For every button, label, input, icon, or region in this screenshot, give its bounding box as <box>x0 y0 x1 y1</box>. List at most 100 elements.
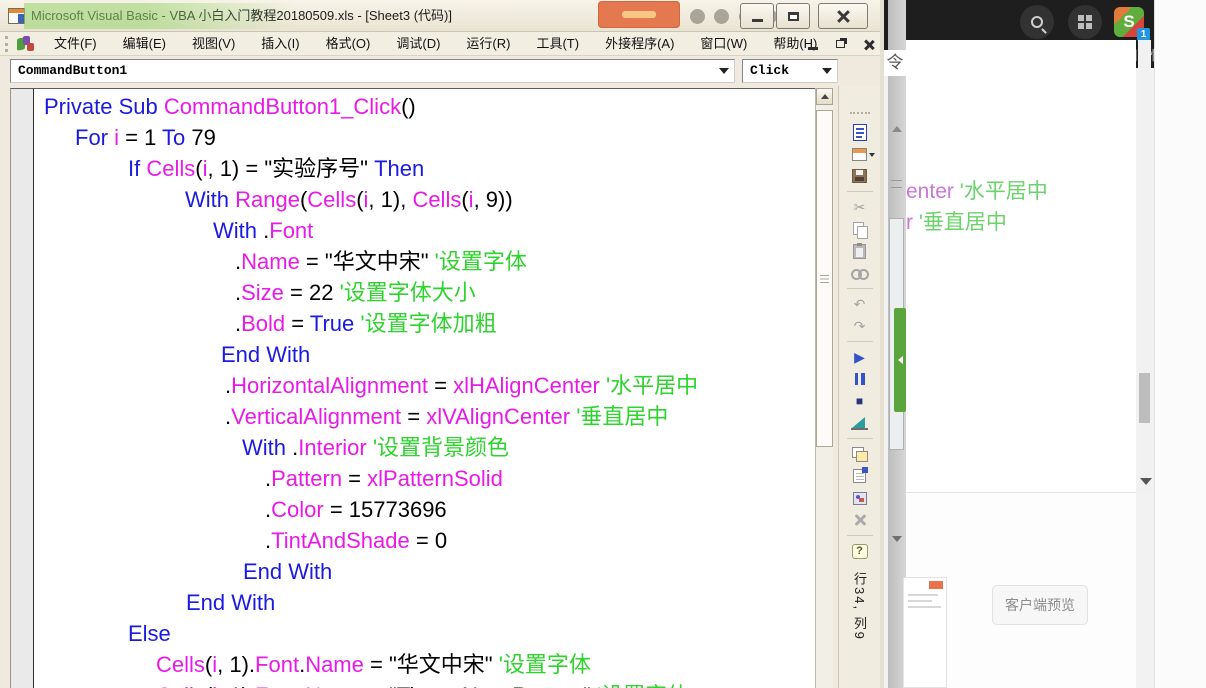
code-line: .Name = "华文中宋" '设置字体 <box>235 249 527 274</box>
apps-grid-icon[interactable] <box>1068 5 1102 39</box>
menu-item-外接程序A[interactable]: 外接程序(A) <box>592 32 687 55</box>
maximize-button[interactable] <box>776 3 810 29</box>
procedure-dropdown[interactable]: Click <box>742 59 838 83</box>
code-line: End With <box>221 342 311 367</box>
scroll-down-icon[interactable] <box>892 536 902 542</box>
code-line: .Pattern = xlPatternSolid <box>265 466 503 491</box>
toolbar-separator <box>846 288 873 289</box>
code-line: End With <box>186 590 276 615</box>
toolbar-separator <box>846 438 873 439</box>
close-button[interactable] <box>818 3 868 29</box>
procedure-dropdown-value: Click <box>750 63 790 78</box>
document-scroll-thumb[interactable] <box>1139 373 1150 423</box>
s-app-letter: S <box>1123 12 1135 31</box>
document-scroll-down-icon[interactable] <box>1140 478 1152 485</box>
code-line: With .Font <box>213 218 314 243</box>
document-code-fragments: enter '水平居中 r '垂直居中 <box>906 176 1136 238</box>
code-line: With Range(Cells(i, 1), Cells(i, 9)) <box>185 187 513 212</box>
object-dropdown[interactable]: CommandButton1 <box>10 59 735 83</box>
menu-item-插入I[interactable]: 插入(I) <box>248 32 312 55</box>
toolbar-grip[interactable] <box>5 35 9 52</box>
chevron-down-icon[interactable] <box>822 68 832 74</box>
client-preview-button[interactable]: 客户端预览 <box>992 585 1088 625</box>
code-scroll-thumb[interactable] <box>816 110 833 447</box>
s-app-icon[interactable]: S 1 <box>1112 5 1150 41</box>
menu-item-调试D[interactable]: 调试(D) <box>383 32 453 55</box>
code-line: .TintAndShade = 0 <box>265 528 448 553</box>
paste-icon[interactable] <box>845 240 875 262</box>
minimize-icon <box>751 18 763 22</box>
undo-icon[interactable]: ↶ <box>845 293 875 315</box>
code-line: .Bold = True '设置字体加粗 <box>235 311 497 336</box>
maximize-icon <box>787 11 799 21</box>
copy-icon[interactable] <box>845 218 875 240</box>
minimize-button[interactable] <box>740 3 774 29</box>
code-line: Private Sub CommandButton1_Click() <box>44 94 416 119</box>
thumbnail-accent <box>929 581 943 589</box>
mdi-restore-icon[interactable] <box>836 40 845 48</box>
find-icon[interactable] <box>845 262 875 284</box>
mdi-window-controls <box>808 32 874 56</box>
toolbar-separator <box>846 191 873 192</box>
code-line: Cells(i, 1).Font.Name = "Times New Roman… <box>44 680 815 688</box>
scroll-up-icon[interactable] <box>892 126 902 132</box>
code-line: .Color = 15773696 <box>265 497 447 522</box>
background-browser: S 1 虫一般食品标Vmobi合集_一图读懂201 已保存 enter '水平居… <box>880 0 1206 688</box>
faded-overlay-icon <box>714 9 729 24</box>
code-line: If Cells(i, 1) = "实验序号" Then <box>128 156 425 181</box>
toolbar-grip[interactable] <box>849 112 870 115</box>
code-line: .HorizontalAlignment = xlHAlignCenter '水… <box>225 373 699 398</box>
mdi-close-icon[interactable] <box>863 39 874 50</box>
recording-overlay-button <box>598 1 680 28</box>
menu-item-窗口W[interactable]: 窗口(W) <box>687 32 760 55</box>
scroll-up-button[interactable] <box>816 88 833 105</box>
menu-item-格式O[interactable]: 格式(O) <box>313 32 384 55</box>
design-mode-icon[interactable] <box>845 412 875 434</box>
reset-icon[interactable]: ■ <box>845 390 875 412</box>
help-icon[interactable]: ? <box>845 540 875 562</box>
save-icon[interactable] <box>845 165 875 187</box>
code-scrollbar[interactable] <box>815 88 833 688</box>
menu-item-编辑E[interactable]: 编辑(E) <box>110 32 179 55</box>
vba-logo-icon <box>17 35 35 52</box>
margin-indicator-bar[interactable] <box>10 88 33 688</box>
mdi-minimize-icon[interactable] <box>808 46 818 50</box>
vba-editor-window: Microsoft Visual Basic - VBA 小白入门教程20180… <box>0 0 884 688</box>
menu-items: 文件(F) 编辑(E) 视图(V) 插入(I) 格式(O) 调试(D) 运行(R) 工具(T)… <box>41 32 830 55</box>
cut-icon[interactable]: ✂ <box>845 196 875 218</box>
project-explorer-icon[interactable] <box>845 443 875 465</box>
title-bar[interactable]: Microsoft Visual Basic - VBA 小白入门教程20180… <box>0 0 884 32</box>
menu-item-视图V[interactable]: 视图(V) <box>179 32 248 55</box>
preview-thumbnail[interactable] <box>903 577 947 688</box>
code-editor[interactable]: Private Sub CommandButton1_Click() For i … <box>33 88 815 688</box>
document-scrollbar[interactable] <box>1138 40 1151 493</box>
menu-bar: 文件(F) 编辑(E) 视图(V) 插入(I) 格式(O) 调试(D) 运行(R) 工具(T)… <box>0 32 884 56</box>
break-icon[interactable] <box>845 368 875 390</box>
right-column-panel <box>1155 0 1206 688</box>
menu-item-运行R[interactable]: 运行(R) <box>453 32 523 55</box>
menu-item-文件F[interactable]: 文件(F) <box>41 32 110 55</box>
properties-window-icon[interactable] <box>845 465 875 487</box>
toolbar-separator <box>846 535 873 536</box>
green-collapse-handle[interactable] <box>894 308 906 412</box>
code-line: With .Interior '设置背景颜色 <box>242 435 510 460</box>
vba-app-icon <box>8 8 25 24</box>
thumb-grip-icon <box>820 274 829 283</box>
view-excel-icon[interactable] <box>845 121 875 143</box>
code-line: End With <box>243 559 333 584</box>
menu-item-工具T[interactable]: 工具(T) <box>523 32 592 55</box>
redo-icon[interactable]: ↷ <box>845 315 875 337</box>
vba-side-toolbar: ✂ ↶ ↷ ▶ ■? 行34, 列9 <box>838 86 880 688</box>
code-lines: Private Sub CommandButton1_Click() For i … <box>44 91 815 688</box>
run-icon[interactable]: ▶ <box>845 346 875 368</box>
close-icon <box>837 10 850 23</box>
chevron-down-icon[interactable] <box>719 68 729 74</box>
search-icon[interactable] <box>1020 5 1054 39</box>
code-line: .VerticalAlignment = xlVAlignCenter '垂直居… <box>225 404 669 429</box>
object-browser-icon[interactable] <box>845 487 875 509</box>
scroll-up-icon <box>820 94 829 99</box>
collapse-left-icon <box>897 356 903 364</box>
insert-userform-icon[interactable] <box>845 143 875 165</box>
splitter-grip[interactable] <box>891 180 902 188</box>
toolbox-icon[interactable] <box>845 509 875 531</box>
